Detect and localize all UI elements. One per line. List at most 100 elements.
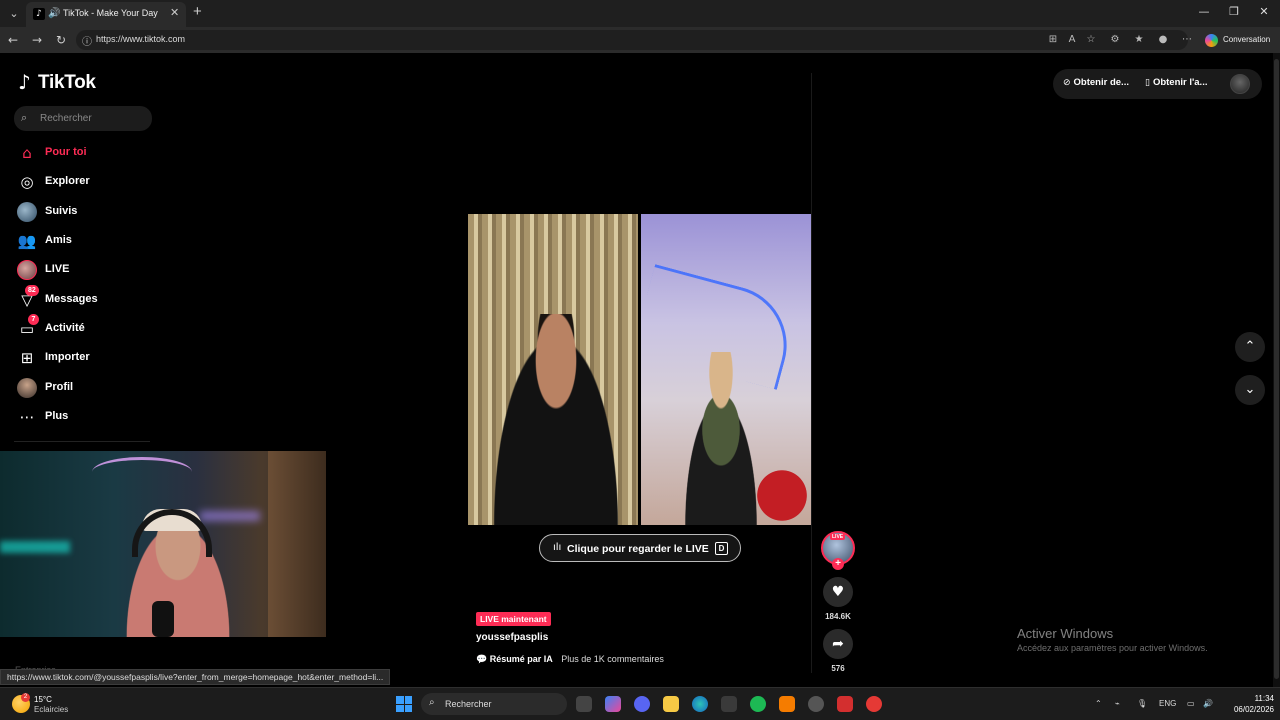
store-icon[interactable]	[721, 696, 737, 712]
page-scrollbar[interactable]	[1273, 53, 1280, 687]
translate-icon[interactable]: A	[1065, 33, 1079, 47]
nav-label: LIVE	[45, 263, 70, 275]
window-close-icon[interactable]: ✕	[1254, 5, 1274, 19]
volume-icon[interactable]: 🔊	[1203, 699, 1213, 708]
language-indicator[interactable]: ENG	[1159, 699, 1176, 708]
nav-item-explore[interactable]: ◎ Explorer	[16, 169, 166, 195]
address-bar: ← → ↻ ⓘ https://www.tiktok.com ⊞ A ☆ ⚙ ★…	[0, 27, 1280, 53]
sidebar-divider	[14, 441, 150, 442]
nav-label: Profil	[45, 381, 74, 393]
favorite-star-icon[interactable]: ☆	[1084, 33, 1098, 47]
search-placeholder: Rechercher	[40, 113, 92, 124]
url-field[interactable]: ⓘ https://www.tiktok.com	[76, 30, 1188, 50]
task-view-icon[interactable]	[576, 696, 592, 712]
tray-overflow-icon[interactable]: ⌃	[1095, 699, 1102, 708]
copilot-app-icon[interactable]	[605, 696, 621, 712]
taskbar-search-placeholder: Rechercher	[445, 699, 492, 709]
tiktok-favicon-icon: ♪	[33, 8, 45, 20]
neon-light	[92, 457, 192, 487]
search-icon: ⌕	[21, 111, 28, 124]
nav-item-more[interactable]: ⋯ Plus	[16, 404, 166, 430]
nav-label: Plus	[45, 410, 69, 422]
scroll-thumb[interactable]	[1274, 59, 1279, 679]
nav-item-messages[interactable]: ▽ 82 Messages	[16, 285, 166, 313]
maximize-icon[interactable]: ❐	[1224, 5, 1244, 19]
search-input[interactable]: ⌕ Rechercher	[14, 106, 152, 131]
network-icon[interactable]: ⌁	[1115, 699, 1120, 708]
live-video-player[interactable]	[468, 214, 811, 525]
weather-badge: 2	[21, 693, 30, 702]
account-avatar[interactable]	[1230, 74, 1250, 94]
favorites-icon[interactable]: ★	[1132, 33, 1146, 47]
share-icon[interactable]: ➦	[823, 629, 853, 659]
app-red-round-icon[interactable]	[866, 696, 882, 712]
watch-live-button[interactable]: ılı Clique pour regarder le LIVE D	[539, 534, 741, 562]
chat-bubble-icon: 💬	[476, 654, 488, 664]
windows-activation-watermark: Activer Windows Accédez aux paramètres p…	[1017, 626, 1208, 653]
nav-item-profile[interactable]: Profil	[16, 375, 166, 401]
live-bars-icon: ılı	[553, 542, 562, 553]
minimize-icon[interactable]: —	[1194, 5, 1214, 19]
get-coins-button[interactable]: ⊘ Obtenir de...	[1063, 77, 1129, 88]
like-heart-icon[interactable]: ♥	[823, 577, 853, 607]
tab-close-icon[interactable]: ✕	[170, 6, 179, 20]
spotify-icon[interactable]	[750, 696, 766, 712]
copilot-label: Conversation	[1223, 35, 1271, 44]
discord-icon[interactable]	[634, 696, 650, 712]
tiktok-page: ♪ TikTok ⌕ Rechercher ⌂ Pour toi ◎ Explo…	[0, 53, 1280, 687]
tab-actions-icon[interactable]: ⌄	[6, 6, 22, 22]
edge-icon[interactable]	[692, 696, 708, 712]
nav-item-upload[interactable]: ⊞ Importer	[16, 345, 166, 371]
file-explorer-icon[interactable]	[663, 696, 679, 712]
follow-plus-icon[interactable]: +	[832, 558, 844, 570]
back-icon[interactable]: ←	[5, 32, 21, 48]
background-door	[268, 451, 326, 637]
creator-username[interactable]: youssefpasplis	[476, 632, 548, 643]
nav-label: Messages	[45, 293, 98, 305]
profile-icon[interactable]: ●	[1156, 33, 1170, 47]
ai-summary-row[interactable]: 💬 Résumé par IA Plus de 1K commentaires	[476, 654, 664, 665]
home-icon: ⌂	[22, 144, 32, 162]
new-tab-icon[interactable]: +	[193, 4, 202, 20]
previous-video-icon[interactable]: ⌃	[1235, 332, 1265, 362]
nav-label: Activité	[45, 322, 85, 334]
display-icon[interactable]: ▭	[1187, 699, 1195, 708]
activation-title: Activer Windows	[1017, 626, 1114, 641]
taskbar-search[interactable]: ⌕ Rechercher	[421, 693, 567, 715]
nav-label: Explorer	[45, 175, 90, 187]
nav-item-friends[interactable]: 👥 Amis	[16, 228, 166, 254]
logo-text: TikTok	[38, 72, 96, 93]
copilot-icon	[1205, 34, 1218, 47]
copilot-button[interactable]: Conversation	[1201, 31, 1277, 50]
shortcut-key: D	[715, 542, 728, 555]
nav-item-activity[interactable]: ▭ 7 Activité	[16, 314, 166, 342]
nav-item-for-you[interactable]: ⌂ Pour toi	[16, 140, 166, 166]
obs-icon[interactable]	[808, 696, 824, 712]
next-video-icon[interactable]: ⌄	[1235, 375, 1265, 405]
nav-item-following[interactable]: Suivis	[16, 199, 166, 225]
system-clock[interactable]: 11:34 06/02/2026	[1218, 693, 1274, 715]
start-windows-icon[interactable]	[396, 696, 412, 712]
url-text[interactable]: https://www.tiktok.com	[96, 34, 185, 44]
weather-condition[interactable]: Eclaircies	[34, 705, 68, 714]
forward-icon[interactable]: →	[29, 32, 45, 48]
video-person-left	[486, 314, 626, 525]
more-menu-icon[interactable]: ⋯	[1180, 33, 1194, 47]
app-red-icon[interactable]	[837, 696, 853, 712]
microphone-icon[interactable]: 🎙	[1137, 699, 1147, 708]
app-orange-icon[interactable]	[779, 696, 795, 712]
nav-item-live[interactable]: LIVE	[16, 257, 166, 283]
app-available-icon[interactable]: ⊞	[1046, 33, 1060, 47]
site-info-icon[interactable]: ⓘ	[82, 33, 92, 48]
live-avatar	[17, 260, 37, 280]
red-chair	[753, 466, 811, 525]
get-app-button[interactable]: ▯ Obtenir l'a...	[1145, 77, 1207, 88]
get-coins-label: Obtenir de...	[1073, 77, 1129, 88]
temperature[interactable]: 15°C	[34, 695, 52, 704]
browser-tab[interactable]: ♪ 🔊 TikTok - Make Your Day ✕	[26, 2, 186, 27]
like-count: 184.6K	[825, 612, 851, 621]
audio-playing-icon[interactable]: 🔊	[48, 7, 60, 21]
feed-divider	[811, 73, 812, 673]
reload-icon[interactable]: ↻	[53, 32, 69, 48]
extensions-icon[interactable]: ⚙	[1108, 33, 1122, 47]
